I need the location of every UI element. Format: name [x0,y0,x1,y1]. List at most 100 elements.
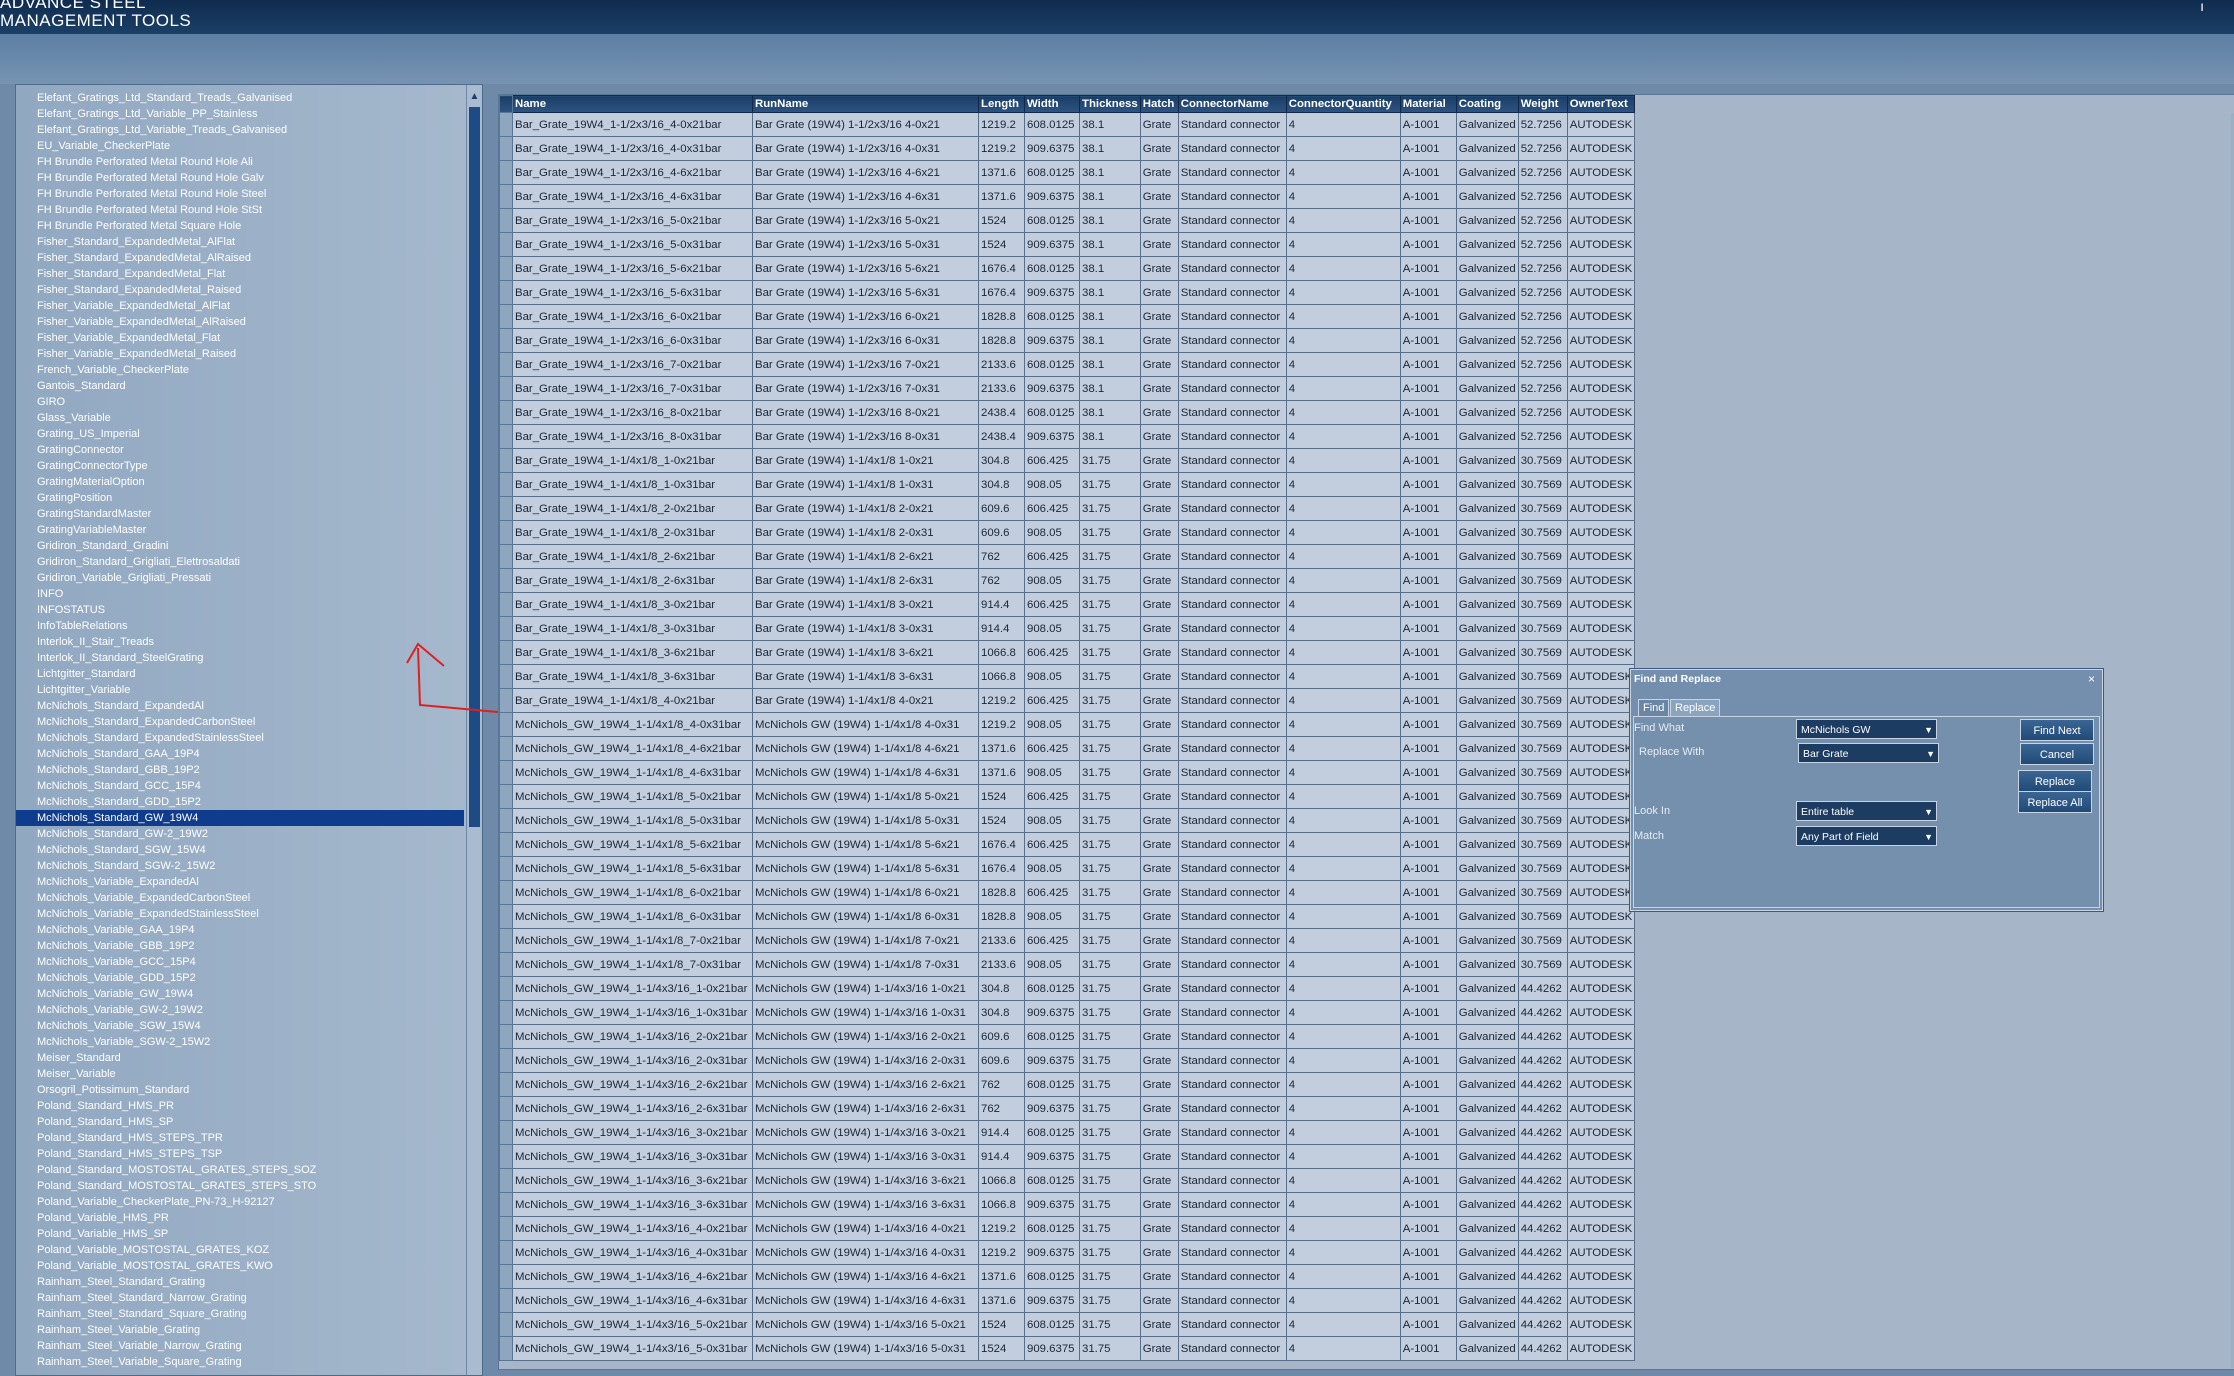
table-list-item[interactable]: Fisher_Variable_ExpandedMetal_AlRaised [16,314,464,330]
table-cell[interactable]: 4 [1285,592,1401,617]
table-cell[interactable]: 38.1 [1079,304,1141,329]
table-list-item[interactable]: INFOSTATUS [16,602,464,618]
table-cell[interactable]: Galvanized [1455,520,1519,545]
table-cell[interactable]: 909.6375 [1024,1048,1080,1073]
table-cell[interactable]: 4 [1285,1240,1401,1265]
table-cell[interactable]: 908.05 [1024,712,1080,737]
table-cell[interactable]: Galvanized [1455,1000,1519,1025]
column-header[interactable]: Thickness [1079,95,1141,113]
table-cell[interactable]: 44.4262 [1517,1096,1568,1121]
table-cell[interactable]: 609.6 [978,520,1025,545]
table-cell[interactable]: Bar Grate (19W4) 1-1/4x1/8 2-6x31 [752,568,979,593]
table-cell[interactable]: Standard connector [1177,160,1287,185]
table-cell[interactable]: 38.1 [1079,424,1141,449]
table-cell[interactable]: 44.4262 [1517,1216,1568,1241]
table-cell[interactable]: Bar Grate (19W4) 1-1/4x1/8 3-6x21 [752,640,979,665]
table-cell[interactable]: Standard connector [1177,928,1287,953]
table-cell[interactable]: 909.6375 [1024,1192,1080,1217]
table-cell[interactable]: Galvanized [1455,1048,1519,1073]
table-cell[interactable]: McNichols GW (19W4) 1-1/4x3/16 5-0x21 [752,1312,979,1337]
table-cell[interactable]: Grate [1139,184,1179,209]
table-list-item[interactable]: GIRO [16,394,464,410]
table-cell[interactable]: Galvanized [1455,760,1519,785]
row-header[interactable] [499,1000,513,1025]
table-cell[interactable]: Grate [1139,304,1179,329]
table-list-item[interactable]: Poland_Standard_MOSTOSTAL_GRATES_STEPS_S… [16,1162,464,1178]
table-cell[interactable]: Bar_Grate_19W4_1-1/2x3/16_6-0x21bar [512,304,753,329]
table-list-item[interactable]: McNichols_Variable_SGW-2_15W2 [16,1034,464,1050]
table-cell[interactable]: 44.4262 [1517,1144,1568,1169]
table-cell[interactable]: 2133.6 [978,376,1025,401]
table-cell[interactable]: Grate [1139,280,1179,305]
table-cell[interactable]: 44.4262 [1517,1168,1568,1193]
table-cell[interactable]: Bar Grate (19W4) 1-1/2x3/16 4-6x21 [752,160,979,185]
table-cell[interactable]: 762 [978,544,1025,569]
table-cell[interactable]: 52.7256 [1517,256,1568,281]
table-cell[interactable]: Galvanized [1455,1192,1519,1217]
table-cell[interactable]: Bar_Grate_19W4_1-1/2x3/16_8-0x21bar [512,400,753,425]
table-cell[interactable]: Bar Grate (19W4) 1-1/2x3/16 5-0x21 [752,208,979,233]
table-cell[interactable]: Standard connector [1177,736,1287,761]
table-cell[interactable]: 762 [978,1072,1025,1097]
table-cell[interactable]: Galvanized [1455,112,1519,137]
table-list-item[interactable]: Fisher_Standard_ExpandedMetal_AlRaised [16,250,464,266]
table-cell[interactable]: McNichols_GW_19W4_1-1/4x3/16_3-0x21bar [512,1120,753,1145]
table-list-item[interactable]: FH Brundle Perforated Metal Round Hole A… [16,154,464,170]
table-cell[interactable]: 52.7256 [1517,280,1568,305]
table-cell[interactable]: Galvanized [1455,880,1519,905]
table-cell[interactable]: McNichols GW (19W4) 1-1/4x3/16 3-6x21 [752,1168,979,1193]
table-cell[interactable]: Bar_Grate_19W4_1-1/4x1/8_4-0x21bar [512,688,753,713]
table-cell[interactable]: AUTODESK [1566,880,1636,905]
table-cell[interactable]: 31.75 [1079,1000,1141,1025]
table-cell[interactable]: Galvanized [1455,184,1519,209]
table-cell[interactable]: Galvanized [1455,712,1519,737]
table-cell[interactable]: Grate [1139,688,1179,713]
table-list-item[interactable]: McNichols_Variable_ExpandedCarbonSteel [16,890,464,906]
table-row[interactable]: McNichols_GW_19W4_1-1/4x3/16_3-6x21bar Mc… [499,1168,1636,1193]
table-cell[interactable]: 4 [1285,1024,1401,1049]
table-cell[interactable]: Bar_Grate_19W4_1-1/2x3/16_5-0x21bar [512,208,753,233]
table-cell[interactable]: McNichols_GW_19W4_1-1/4x1/8_4-6x21bar [512,736,753,761]
table-row[interactable]: Bar_Grate_19W4_1-1/4x1/8_1-0x21bar Bar Gr… [499,448,1636,473]
row-header[interactable] [499,880,513,905]
table-cell[interactable]: AUTODESK [1566,760,1636,785]
row-header[interactable] [499,1048,513,1073]
table-cell[interactable]: 1524 [978,208,1025,233]
table-cell[interactable]: A-1001 [1399,1024,1457,1049]
table-cell[interactable]: 4 [1285,1192,1401,1217]
table-cell[interactable]: AUTODESK [1566,832,1636,857]
row-header[interactable] [499,688,513,713]
scroll-up-icon[interactable]: ▲ [467,91,482,103]
table-cell[interactable]: AUTODESK [1566,1072,1636,1097]
table-cell[interactable]: Grate [1139,952,1179,977]
row-header[interactable] [499,1336,513,1361]
table-cell[interactable]: McNichols_GW_19W4_1-1/4x3/16_2-6x21bar [512,1072,753,1097]
replace-with-combo[interactable]: Bar Grate ▼ [1798,743,1939,763]
table-cell[interactable]: Bar Grate (19W4) 1-1/4x1/8 3-6x31 [752,664,979,689]
table-cell[interactable]: Standard connector [1177,352,1287,377]
table-cell[interactable]: 908.05 [1024,616,1080,641]
row-header[interactable] [499,952,513,977]
table-list-item[interactable]: Fisher_Standard_ExpandedMetal_Raised [16,282,464,298]
row-header[interactable] [499,352,513,377]
table-list-item[interactable]: Glass_Variable [16,410,464,426]
row-header[interactable] [499,208,513,233]
table-cell[interactable]: AUTODESK [1566,664,1636,689]
table-cell[interactable]: 44.4262 [1517,1192,1568,1217]
table-cell[interactable]: Bar Grate (19W4) 1-1/2x3/16 6-0x21 [752,304,979,329]
table-cell[interactable]: 4 [1285,640,1401,665]
table-cell[interactable]: 38.1 [1079,232,1141,257]
column-header[interactable]: ConnectorQuantity [1285,95,1401,113]
table-cell[interactable]: Standard connector [1177,448,1287,473]
table-cell[interactable]: 606.425 [1024,688,1080,713]
table-cell[interactable]: McNichols GW (19W4) 1-1/4x1/8 7-0x21 [752,928,979,953]
table-cell[interactable]: Grate [1139,784,1179,809]
row-header[interactable] [499,976,513,1001]
table-cell[interactable]: AUTODESK [1566,904,1636,929]
table-cell[interactable]: AUTODESK [1566,1216,1636,1241]
table-cell[interactable]: 608.0125 [1024,1216,1080,1241]
scroll-thumb[interactable] [469,107,480,827]
table-cell[interactable]: 608.0125 [1024,1312,1080,1337]
table-cell[interactable]: 4 [1285,1120,1401,1145]
table-cell[interactable]: Standard connector [1177,424,1287,449]
